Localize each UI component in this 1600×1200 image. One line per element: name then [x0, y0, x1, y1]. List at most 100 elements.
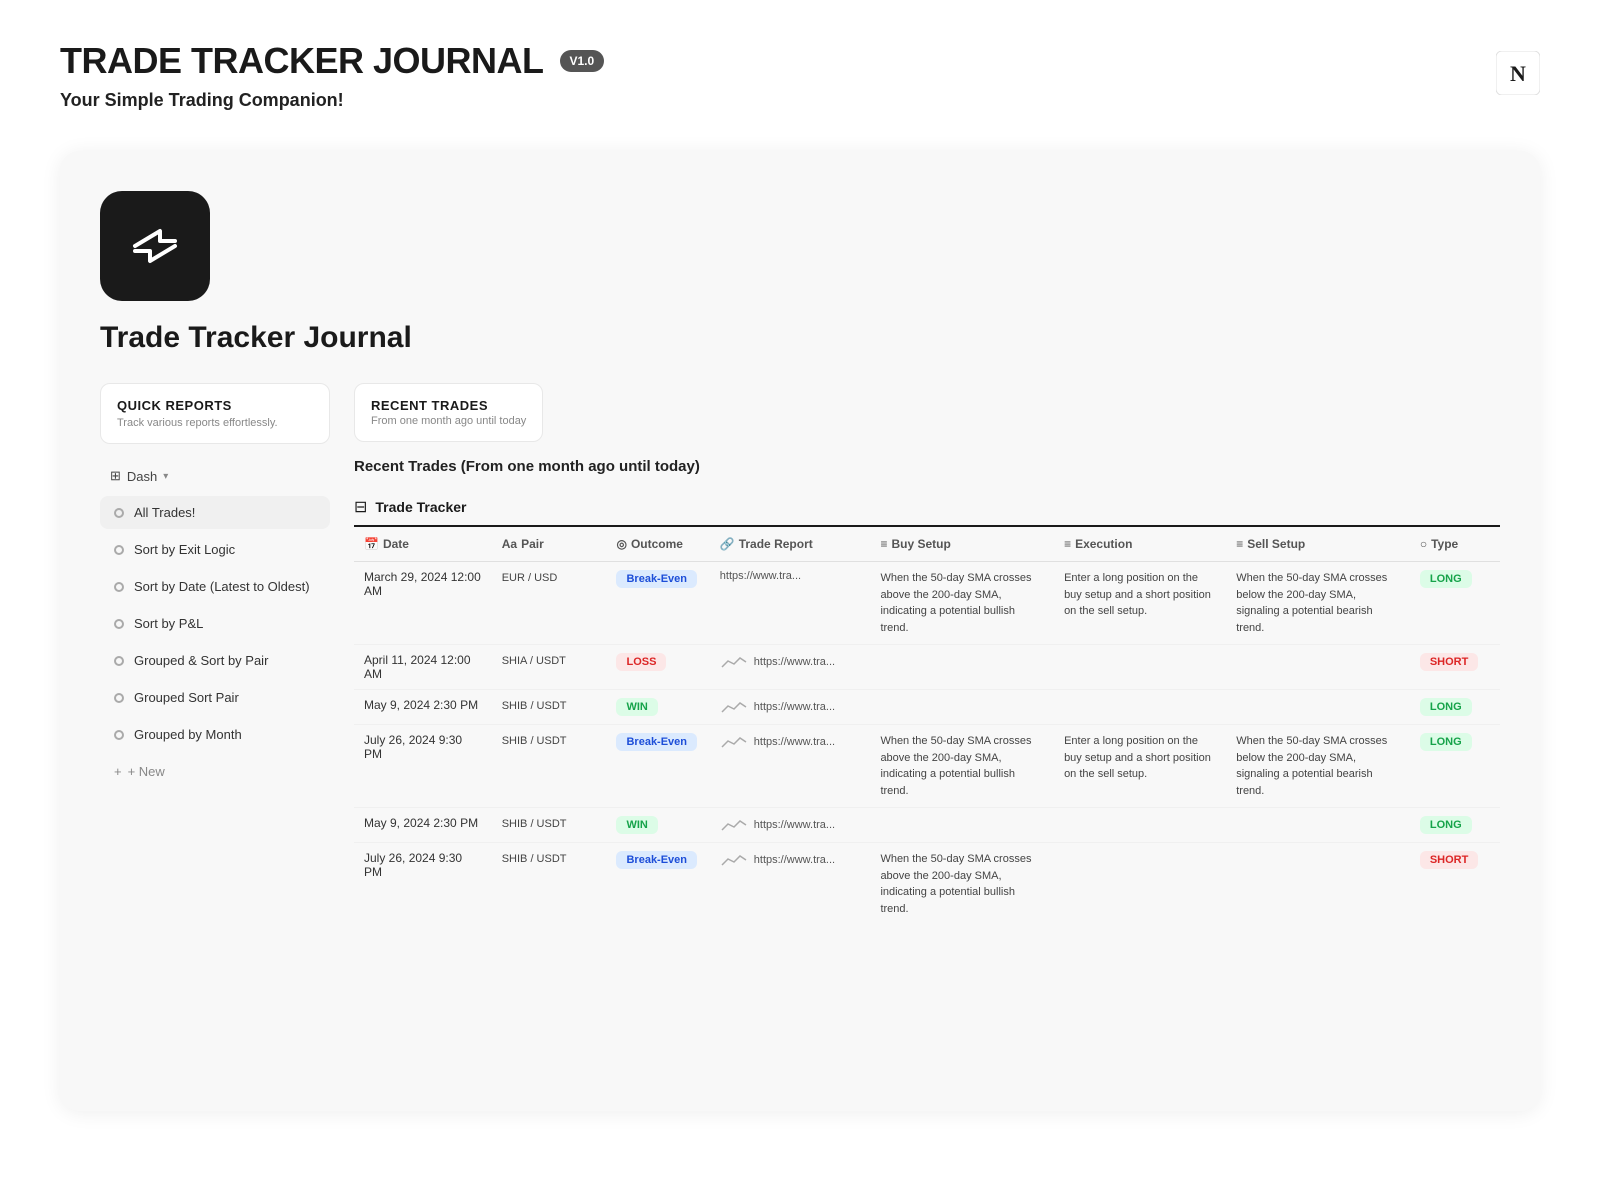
outcome-icon: ◎: [616, 537, 626, 551]
th-type: ○Type: [1410, 527, 1500, 562]
cell-report[interactable]: https://www.tra...: [710, 562, 871, 645]
cell-outcome: Break-Even: [606, 562, 709, 645]
cell-type: LONG: [1410, 808, 1500, 843]
quick-reports-title: QUICK REPORTS: [117, 398, 313, 413]
recent-trades-subtitle: From one month ago until today: [371, 415, 526, 427]
cell-execution: Enter a long position on the buy setup a…: [1054, 725, 1226, 808]
th-execution: ≡Execution: [1054, 527, 1226, 562]
main-content: RECENT TRADES From one month ago until t…: [354, 383, 1500, 925]
cell-execution: [1054, 645, 1226, 690]
sidebar-new-button[interactable]: + + New: [100, 755, 330, 788]
cell-buy-setup: [870, 808, 1054, 843]
quick-reports-subtitle: Track various reports effortlessly.: [117, 417, 313, 429]
header-left: TRADE TRACKER JOURNAL V1.0 Your Simple T…: [60, 40, 604, 111]
plus-icon: +: [114, 764, 122, 779]
cell-pair: SHIB / USDT: [492, 725, 607, 808]
buy-icon: ≡: [880, 537, 887, 551]
app-logo: [100, 191, 210, 301]
app-name: Trade Tracker Journal: [100, 321, 1500, 355]
table-row: March 29, 2024 12:00 AM EUR / USD Break-…: [354, 562, 1500, 645]
notion-icon: N: [1496, 51, 1540, 100]
sidebar-item-all-trades[interactable]: All Trades!: [100, 496, 330, 529]
dot-icon: [114, 582, 124, 592]
content-area: QUICK REPORTS Track various reports effo…: [100, 383, 1500, 925]
trade-tracker-label: Trade Tracker: [375, 499, 466, 515]
sell-icon: ≡: [1236, 537, 1243, 551]
dot-icon: [114, 730, 124, 740]
main-card: Trade Tracker Journal QUICK REPORTS Trac…: [60, 151, 1540, 1111]
cell-outcome: Break-Even: [606, 725, 709, 808]
page-header: TRADE TRACKER JOURNAL V1.0 Your Simple T…: [0, 0, 1600, 131]
sidebar: QUICK REPORTS Track various reports effo…: [100, 383, 330, 925]
cell-pair: EUR / USD: [492, 562, 607, 645]
page-title: TRADE TRACKER JOURNAL: [60, 40, 544, 82]
th-outcome: ◎Outcome: [606, 527, 709, 562]
cell-buy-setup: When the 50-day SMA crosses above the 20…: [870, 725, 1054, 808]
table-row: July 26, 2024 9:30 PM SHIB / USDT Break-…: [354, 843, 1500, 926]
cell-report[interactable]: https://www.tra...: [710, 808, 871, 843]
dot-icon: [114, 656, 124, 666]
cell-type: LONG: [1410, 562, 1500, 645]
sidebar-item-label: Sort by Date (Latest to Oldest): [134, 579, 310, 594]
cell-date: April 11, 2024 12:00 AM: [354, 645, 492, 690]
th-buy-setup: ≡Buy Setup: [870, 527, 1054, 562]
cell-sell-setup: [1226, 808, 1410, 843]
cell-date: May 9, 2024 2:30 PM: [354, 808, 492, 843]
sidebar-item-grouped-month[interactable]: Grouped by Month: [100, 718, 330, 751]
cell-sell-setup: When the 50-day SMA crosses below the 20…: [1226, 562, 1410, 645]
table-row: April 11, 2024 12:00 AM SHIA / USDT LOSS…: [354, 645, 1500, 690]
cell-report[interactable]: https://www.tra...: [710, 843, 871, 926]
dot-icon: [114, 693, 124, 703]
cell-date: May 9, 2024 2:30 PM: [354, 690, 492, 725]
sidebar-item-sort-pnl[interactable]: Sort by P&L: [100, 607, 330, 640]
dot-icon: [114, 545, 124, 555]
table-header-row: 📅Date AaPair ◎Outcome 🔗Trade Report ≡B: [354, 527, 1500, 562]
dot-icon: [114, 619, 124, 629]
th-date: 📅Date: [354, 527, 492, 562]
cell-report[interactable]: https://www.tra...: [710, 645, 871, 690]
cell-type: LONG: [1410, 690, 1500, 725]
cell-pair: SHIB / USDT: [492, 808, 607, 843]
sidebar-nav: ⊞ Dash ▾ All Trades! Sort by Exit Logic …: [100, 460, 330, 788]
th-report: 🔗Trade Report: [710, 527, 871, 562]
svg-text:N: N: [1510, 61, 1526, 86]
cell-outcome: LOSS: [606, 645, 709, 690]
cell-outcome: Break-Even: [606, 843, 709, 926]
cell-sell-setup: When the 50-day SMA crosses below the 20…: [1226, 725, 1410, 808]
sidebar-item-label: Sort by P&L: [134, 616, 203, 631]
cell-sell-setup: [1226, 690, 1410, 725]
cell-buy-setup: [870, 645, 1054, 690]
sidebar-item-sort-exit[interactable]: Sort by Exit Logic: [100, 533, 330, 566]
trade-tracker-header: ⊟ Trade Tracker: [354, 489, 1500, 527]
page-subtitle: Your Simple Trading Companion!: [60, 90, 604, 111]
cell-execution: [1054, 808, 1226, 843]
sidebar-item-sort-date[interactable]: Sort by Date (Latest to Oldest): [100, 570, 330, 603]
cell-date: July 26, 2024 9:30 PM: [354, 725, 492, 808]
table-row: July 26, 2024 9:30 PM SHIB / USDT Break-…: [354, 725, 1500, 808]
cell-type: LONG: [1410, 725, 1500, 808]
calendar-icon: 📅: [364, 537, 379, 551]
new-label: + New: [128, 764, 165, 779]
sidebar-item-label: Grouped by Month: [134, 727, 242, 742]
cell-buy-setup: [870, 690, 1054, 725]
sidebar-item-label: Grouped & Sort by Pair: [134, 653, 268, 668]
cell-report[interactable]: https://www.tra...: [710, 725, 871, 808]
version-badge: V1.0: [560, 50, 605, 72]
sidebar-item-label: Sort by Exit Logic: [134, 542, 235, 557]
sidebar-item-grouped-pair[interactable]: Grouped & Sort by Pair: [100, 644, 330, 677]
cell-date: July 26, 2024 9:30 PM: [354, 843, 492, 926]
report-icon: 🔗: [720, 537, 735, 551]
sidebar-item-dash[interactable]: ⊞ Dash ▾: [100, 460, 330, 492]
cell-outcome: WIN: [606, 808, 709, 843]
cell-outcome: WIN: [606, 690, 709, 725]
recent-trades-card: RECENT TRADES From one month ago until t…: [354, 383, 543, 442]
trades-table: 📅Date AaPair ◎Outcome 🔗Trade Report ≡B: [354, 527, 1500, 925]
type-icon: ○: [1420, 537, 1427, 551]
sidebar-item-grouped-sort-pair[interactable]: Grouped Sort Pair: [100, 681, 330, 714]
recent-trades-title: RECENT TRADES: [371, 398, 526, 413]
cell-report[interactable]: https://www.tra...: [710, 690, 871, 725]
cell-pair: SHIB / USDT: [492, 690, 607, 725]
exec-icon: ≡: [1064, 537, 1071, 551]
cell-execution: [1054, 690, 1226, 725]
cell-type: SHORT: [1410, 843, 1500, 926]
